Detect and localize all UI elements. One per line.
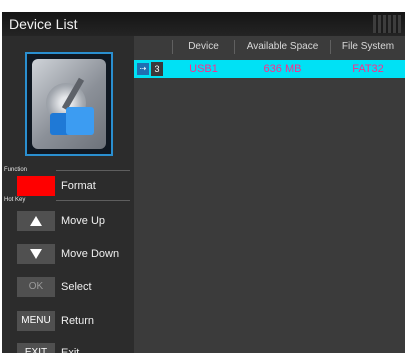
available-space-cell: 636 MB [263, 63, 302, 75]
format-label: Format [61, 180, 96, 192]
device-table: Device Available Space File System ⇢ 3 U… [134, 36, 405, 353]
move-up-key[interactable] [17, 211, 55, 231]
hotkey-section-label: Hot Key [4, 197, 26, 203]
hard-drive-icon [25, 52, 113, 156]
function-separator [56, 170, 130, 171]
table-header: Device Available Space File System [134, 36, 405, 58]
up-arrow-icon [30, 216, 42, 226]
title-bar: Device List [2, 12, 405, 36]
title-grip-decoration [373, 15, 401, 33]
file-system-cell: FAT32 [352, 63, 384, 75]
hdd-body [32, 59, 106, 149]
device-cell: USB1 [189, 63, 218, 75]
menu-key[interactable]: MENU [17, 311, 55, 331]
move-down-key[interactable] [17, 244, 55, 264]
column-available-space: Available Space [246, 41, 319, 52]
usb-icon: ⇢ [137, 63, 149, 75]
hdd-blue-shape-2 [66, 107, 94, 135]
sidebar: Function Format Hot Key Move Up Move Dow… [2, 36, 134, 353]
device-list-window: Device List Function Format Hot Key Move… [2, 12, 405, 353]
return-label: Return [61, 315, 95, 327]
slot-number: 3 [151, 62, 163, 76]
column-file-system: File System [341, 41, 395, 52]
exit-label: Exit [61, 347, 80, 353]
table-row[interactable]: ⇢ 3 USB1 636 MB FAT32 [134, 60, 405, 78]
select-label: Select [61, 281, 92, 293]
ok-key[interactable]: OK [17, 277, 55, 297]
move-down-label: Move Down [61, 248, 120, 260]
exit-key[interactable]: EXIT [17, 343, 55, 353]
hotkey-separator [56, 200, 130, 201]
window-title: Device List [9, 16, 78, 32]
function-red-key[interactable] [17, 176, 55, 196]
down-arrow-icon [30, 249, 42, 259]
function-section-label: Function [4, 167, 28, 173]
move-up-label: Move Up [61, 215, 106, 227]
column-device: Device [188, 41, 219, 52]
